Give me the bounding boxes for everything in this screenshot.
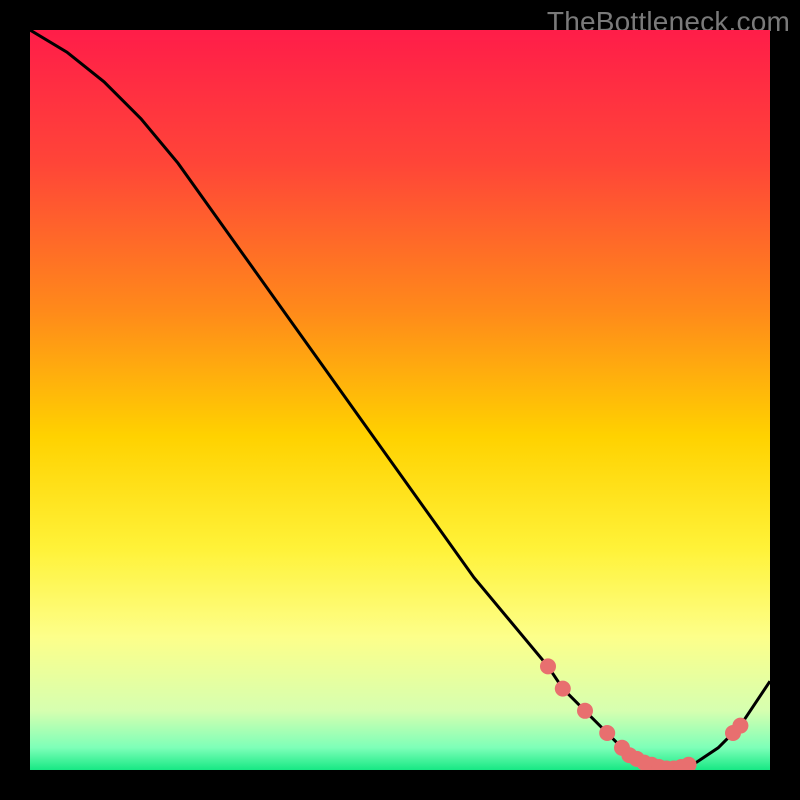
curve-marker-dot (540, 658, 556, 674)
plot-area (30, 30, 770, 770)
gradient-background (30, 30, 770, 770)
bottleneck-chart (30, 30, 770, 770)
curve-marker-dot (555, 681, 571, 697)
curve-marker-dot (577, 703, 593, 719)
curve-marker-dot (732, 718, 748, 734)
chart-stage: TheBottleneck.com (0, 0, 800, 800)
curve-marker-dot (599, 725, 615, 741)
